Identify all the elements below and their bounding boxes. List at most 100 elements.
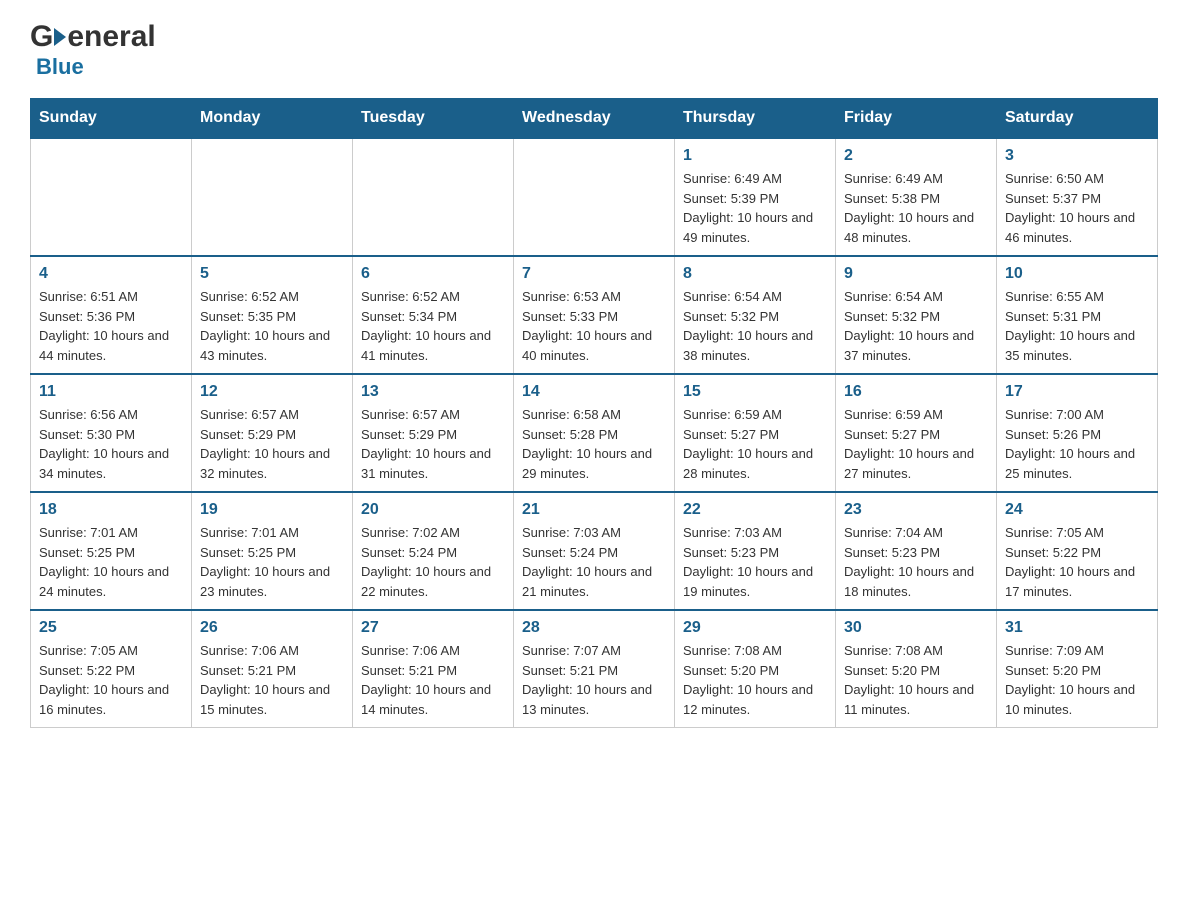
calendar-week-4: 18 Sunrise: 7:01 AMSunset: 5:25 PMDayligh…: [31, 492, 1158, 610]
day-info: Sunrise: 6:59 AMSunset: 5:27 PMDaylight:…: [844, 405, 988, 483]
day-info: Sunrise: 6:54 AMSunset: 5:32 PMDaylight:…: [844, 287, 988, 365]
calendar-cell: 16 Sunrise: 6:59 AMSunset: 5:27 PMDayligh…: [836, 374, 997, 492]
calendar-cell: [353, 138, 514, 256]
day-number: 24: [1005, 501, 1149, 519]
calendar-cell: 12 Sunrise: 6:57 AMSunset: 5:29 PMDayligh…: [192, 374, 353, 492]
day-info: Sunrise: 7:07 AMSunset: 5:21 PMDaylight:…: [522, 641, 666, 719]
logo-triangle-icon: [54, 28, 66, 46]
calendar-cell: 28 Sunrise: 7:07 AMSunset: 5:21 PMDayligh…: [514, 610, 675, 728]
col-header-sunday: Sunday: [31, 99, 192, 139]
calendar-cell: 8 Sunrise: 6:54 AMSunset: 5:32 PMDaylight…: [675, 256, 836, 374]
day-number: 21: [522, 501, 666, 519]
day-info: Sunrise: 6:55 AMSunset: 5:31 PMDaylight:…: [1005, 287, 1149, 365]
col-header-wednesday: Wednesday: [514, 99, 675, 139]
calendar-cell: 30 Sunrise: 7:08 AMSunset: 5:20 PMDayligh…: [836, 610, 997, 728]
day-info: Sunrise: 6:57 AMSunset: 5:29 PMDaylight:…: [361, 405, 505, 483]
day-info: Sunrise: 7:00 AMSunset: 5:26 PMDaylight:…: [1005, 405, 1149, 483]
calendar-cell: [192, 138, 353, 256]
day-number: 20: [361, 501, 505, 519]
calendar-header-row: SundayMondayTuesdayWednesdayThursdayFrid…: [31, 99, 1158, 139]
calendar-cell: 14 Sunrise: 6:58 AMSunset: 5:28 PMDayligh…: [514, 374, 675, 492]
calendar-cell: 17 Sunrise: 7:00 AMSunset: 5:26 PMDayligh…: [997, 374, 1158, 492]
day-info: Sunrise: 7:03 AMSunset: 5:24 PMDaylight:…: [522, 523, 666, 601]
day-info: Sunrise: 6:59 AMSunset: 5:27 PMDaylight:…: [683, 405, 827, 483]
calendar-cell: 19 Sunrise: 7:01 AMSunset: 5:25 PMDayligh…: [192, 492, 353, 610]
logo-blue-underline: Blue: [36, 54, 158, 80]
day-number: 19: [200, 501, 344, 519]
day-number: 9: [844, 265, 988, 283]
logo: G eneral Blue: [30, 20, 158, 80]
calendar-cell: 26 Sunrise: 7:06 AMSunset: 5:21 PMDayligh…: [192, 610, 353, 728]
day-info: Sunrise: 7:06 AMSunset: 5:21 PMDaylight:…: [361, 641, 505, 719]
calendar-cell: 15Sunrise: 6:59 AMSunset: 5:27 PMDayligh…: [675, 374, 836, 492]
day-info: Sunrise: 6:56 AMSunset: 5:30 PMDaylight:…: [39, 405, 183, 483]
calendar-cell: 3 Sunrise: 6:50 AMSunset: 5:37 PMDaylight…: [997, 138, 1158, 256]
day-info: Sunrise: 6:58 AMSunset: 5:28 PMDaylight:…: [522, 405, 666, 483]
day-number: 3: [1005, 147, 1149, 165]
day-number: 12: [200, 383, 344, 401]
day-info: Sunrise: 6:57 AMSunset: 5:29 PMDaylight:…: [200, 405, 344, 483]
col-header-saturday: Saturday: [997, 99, 1158, 139]
day-info: Sunrise: 7:02 AMSunset: 5:24 PMDaylight:…: [361, 523, 505, 601]
day-number: 13: [361, 383, 505, 401]
col-header-monday: Monday: [192, 99, 353, 139]
logo-eneral: eneral: [67, 20, 155, 54]
calendar-cell: 18 Sunrise: 7:01 AMSunset: 5:25 PMDayligh…: [31, 492, 192, 610]
calendar-cell: 11 Sunrise: 6:56 AMSunset: 5:30 PMDayligh…: [31, 374, 192, 492]
day-info: Sunrise: 7:08 AMSunset: 5:20 PMDaylight:…: [844, 641, 988, 719]
calendar-cell: 22Sunrise: 7:03 AMSunset: 5:23 PMDayligh…: [675, 492, 836, 610]
calendar-cell: 10 Sunrise: 6:55 AMSunset: 5:31 PMDayligh…: [997, 256, 1158, 374]
day-info: Sunrise: 6:54 AMSunset: 5:32 PMDaylight:…: [683, 287, 827, 365]
day-info: Sunrise: 7:08 AMSunset: 5:20 PMDaylight:…: [683, 641, 827, 719]
day-info: Sunrise: 7:01 AMSunset: 5:25 PMDaylight:…: [200, 523, 344, 601]
page-header: G eneral Blue: [30, 20, 1158, 80]
day-number: 4: [39, 265, 183, 283]
calendar-table: SundayMondayTuesdayWednesdayThursdayFrid…: [30, 98, 1158, 728]
day-number: 17: [1005, 383, 1149, 401]
calendar-cell: 1Sunrise: 6:49 AMSunset: 5:39 PMDaylight…: [675, 138, 836, 256]
day-number: 26: [200, 619, 344, 637]
calendar-cell: 21 Sunrise: 7:03 AMSunset: 5:24 PMDayligh…: [514, 492, 675, 610]
logo-general-g: G: [30, 20, 53, 54]
day-info: Sunrise: 7:01 AMSunset: 5:25 PMDaylight:…: [39, 523, 183, 601]
calendar-week-2: 4Sunrise: 6:51 AMSunset: 5:36 PMDaylight…: [31, 256, 1158, 374]
col-header-friday: Friday: [836, 99, 997, 139]
day-number: 11: [39, 383, 183, 401]
day-info: Sunrise: 7:06 AMSunset: 5:21 PMDaylight:…: [200, 641, 344, 719]
day-number: 16: [844, 383, 988, 401]
day-info: Sunrise: 6:52 AMSunset: 5:35 PMDaylight:…: [200, 287, 344, 365]
day-number: 28: [522, 619, 666, 637]
calendar-cell: 7 Sunrise: 6:53 AMSunset: 5:33 PMDaylight…: [514, 256, 675, 374]
calendar-cell: 27 Sunrise: 7:06 AMSunset: 5:21 PMDayligh…: [353, 610, 514, 728]
day-info: Sunrise: 7:09 AMSunset: 5:20 PMDaylight:…: [1005, 641, 1149, 719]
calendar-cell: 31 Sunrise: 7:09 AMSunset: 5:20 PMDayligh…: [997, 610, 1158, 728]
day-number: 7: [522, 265, 666, 283]
day-number: 6: [361, 265, 505, 283]
day-number: 10: [1005, 265, 1149, 283]
day-info: Sunrise: 6:53 AMSunset: 5:33 PMDaylight:…: [522, 287, 666, 365]
day-info: Sunrise: 6:52 AMSunset: 5:34 PMDaylight:…: [361, 287, 505, 365]
calendar-cell: 23Sunrise: 7:04 AMSunset: 5:23 PMDayligh…: [836, 492, 997, 610]
col-header-tuesday: Tuesday: [353, 99, 514, 139]
day-number: 5: [200, 265, 344, 283]
col-header-thursday: Thursday: [675, 99, 836, 139]
calendar-cell: 13 Sunrise: 6:57 AMSunset: 5:29 PMDayligh…: [353, 374, 514, 492]
day-number: 8: [683, 265, 827, 283]
calendar-cell: 25Sunrise: 7:05 AMSunset: 5:22 PMDayligh…: [31, 610, 192, 728]
day-number: 31: [1005, 619, 1149, 637]
day-number: 1: [683, 147, 827, 165]
calendar-cell: 2Sunrise: 6:49 AMSunset: 5:38 PMDaylight…: [836, 138, 997, 256]
calendar-week-3: 11 Sunrise: 6:56 AMSunset: 5:30 PMDayligh…: [31, 374, 1158, 492]
calendar-cell: 6 Sunrise: 6:52 AMSunset: 5:34 PMDaylight…: [353, 256, 514, 374]
day-number: 14: [522, 383, 666, 401]
day-number: 27: [361, 619, 505, 637]
calendar-cell: 5 Sunrise: 6:52 AMSunset: 5:35 PMDaylight…: [192, 256, 353, 374]
day-info: Sunrise: 6:50 AMSunset: 5:37 PMDaylight:…: [1005, 169, 1149, 247]
day-number: 30: [844, 619, 988, 637]
day-number: 2: [844, 147, 988, 165]
day-number: 18: [39, 501, 183, 519]
day-info: Sunrise: 7:04 AMSunset: 5:23 PMDaylight:…: [844, 523, 988, 601]
day-number: 22: [683, 501, 827, 519]
day-info: Sunrise: 7:05 AMSunset: 5:22 PMDaylight:…: [1005, 523, 1149, 601]
calendar-week-5: 25Sunrise: 7:05 AMSunset: 5:22 PMDayligh…: [31, 610, 1158, 728]
